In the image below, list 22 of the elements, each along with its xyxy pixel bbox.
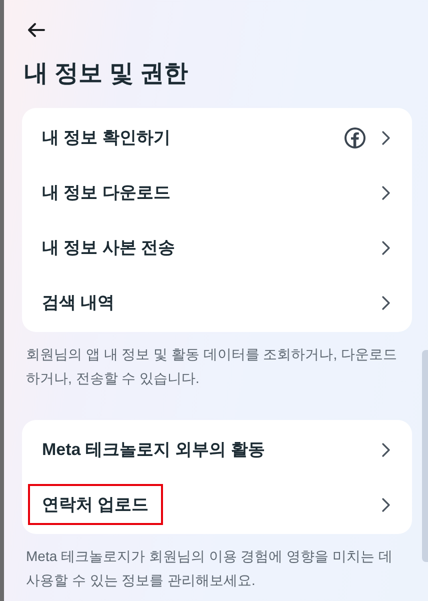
- menu-item[interactable]: Meta 테크놀로지 외부의 활동: [22, 422, 412, 477]
- chevron-right-icon: [382, 240, 390, 254]
- menu-item[interactable]: 내 정보 다운로드: [22, 165, 412, 220]
- item-label: Meta 테크놀로지 외부의 활동: [42, 438, 265, 461]
- chevron-right-icon: [382, 442, 390, 456]
- item-label: 연락처 업로드: [28, 484, 163, 526]
- back-arrow-icon: [26, 22, 46, 38]
- section-description: 회원님의 앱 내 정보 및 활동 데이터를 조회하거나, 다운로드하거나, 전송할 수 있습니다.: [25, 345, 398, 388]
- chevron-right-icon: [382, 296, 390, 310]
- section-description: Meta 테크놀로지가 회원님의 이용 경험에 영향을 미치는 데 사용할 수 있는 정보를 관리해보세요.: [25, 547, 394, 590]
- chevron-right-icon: [382, 186, 390, 200]
- chevron-right-icon: [382, 130, 390, 144]
- menu-item[interactable]: 내 정보 사본 전송: [22, 220, 412, 275]
- item-label: 검색 내역: [42, 292, 115, 314]
- page-title: 내 정보 및 권한: [24, 59, 188, 89]
- menu-item[interactable]: 연락처 업로드: [22, 477, 412, 532]
- item-label: 내 정보 확인하기: [42, 126, 170, 149]
- menu-item[interactable]: 내 정보 확인하기: [22, 110, 412, 165]
- item-label: 내 정보 사본 전송: [42, 236, 176, 259]
- chevron-right-icon: [382, 498, 390, 512]
- menu-item[interactable]: 검색 내역: [22, 275, 412, 330]
- item-label: 내 정보 다운로드: [42, 182, 170, 204]
